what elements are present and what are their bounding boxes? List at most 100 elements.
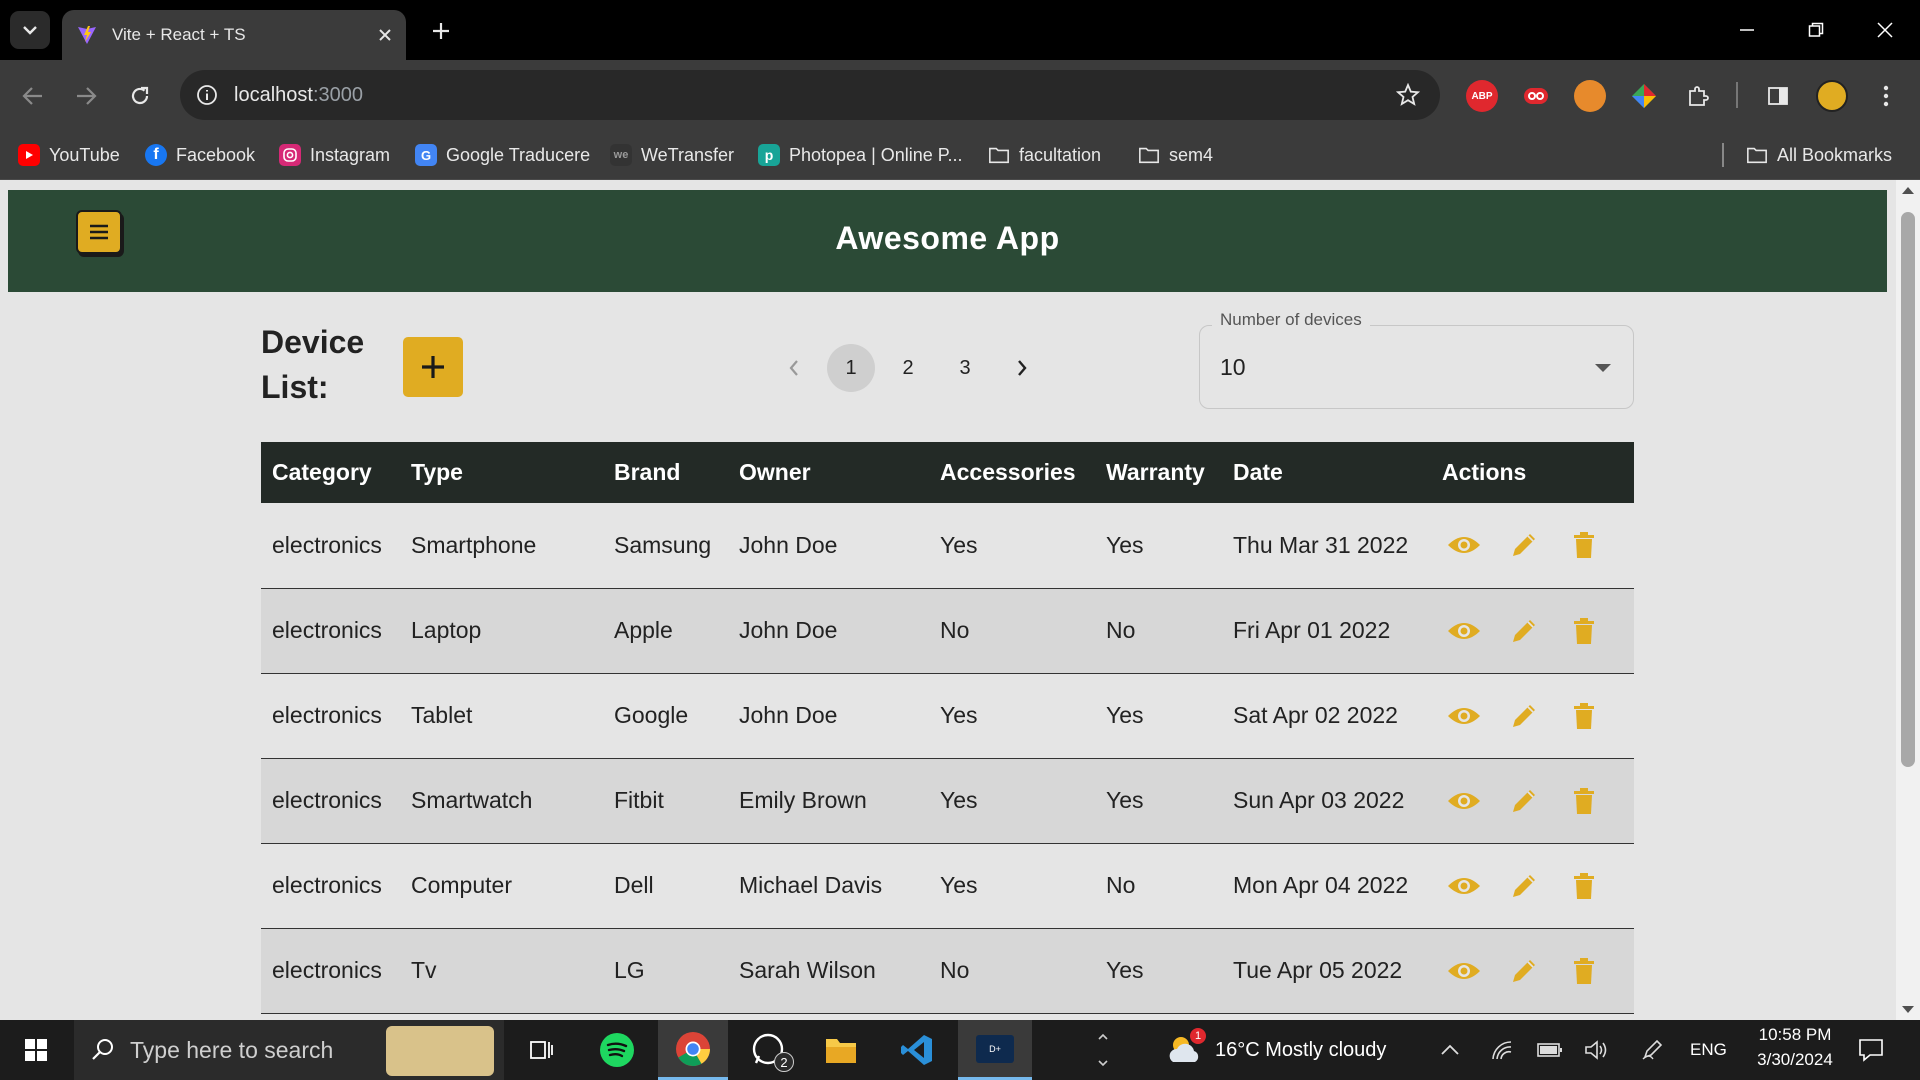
delete-button[interactable] — [1562, 779, 1606, 823]
vite-icon — [78, 26, 96, 44]
disney-plus-icon: D+ — [976, 1034, 1014, 1063]
start-button[interactable] — [0, 1020, 72, 1080]
vscode-app[interactable] — [882, 1020, 952, 1080]
previous-page-button[interactable] — [770, 344, 818, 392]
delete-button[interactable] — [1562, 949, 1606, 993]
edit-button[interactable] — [1502, 864, 1546, 908]
view-button[interactable] — [1442, 523, 1486, 567]
tab-title: Vite + React + TS — [112, 25, 246, 44]
side-panel-button[interactable] — [1762, 80, 1794, 112]
forward-button[interactable] — [67, 77, 105, 115]
disney-plus-app[interactable]: D+ — [958, 1020, 1032, 1080]
view-button[interactable] — [1442, 779, 1486, 823]
view-button[interactable] — [1442, 694, 1486, 738]
adblock-extension-icon[interactable]: ABP — [1466, 80, 1498, 112]
table-cell: Smartwatch — [400, 758, 603, 844]
bookmark-wetransfer[interactable]: we WeTransfer — [610, 142, 734, 168]
minimize-button[interactable] — [1724, 12, 1770, 48]
edit-button[interactable] — [1502, 523, 1546, 567]
scroll-up-icon[interactable] — [1902, 187, 1914, 194]
bookmark-instagram[interactable]: Instagram — [279, 142, 390, 168]
show-hidden-icons[interactable] — [1430, 1020, 1470, 1080]
file-explorer-app[interactable] — [806, 1020, 876, 1080]
plus-icon — [433, 23, 449, 39]
delete-button[interactable] — [1562, 523, 1606, 567]
edit-button[interactable] — [1502, 779, 1546, 823]
page-scrollbar[interactable] — [1896, 180, 1920, 1020]
url-host: localhost — [234, 83, 313, 106]
taskbar-search[interactable]: Type here to search — [74, 1020, 504, 1080]
new-tab-button[interactable] — [426, 16, 456, 46]
scroll-down-icon[interactable] — [1902, 1006, 1914, 1013]
bookmark-folder-sem4[interactable]: sem4 — [1138, 142, 1213, 168]
scrollbar-thumb[interactable] — [1901, 212, 1915, 767]
restore-button[interactable] — [1793, 12, 1839, 48]
edit-button[interactable] — [1502, 609, 1546, 653]
edit-button[interactable] — [1502, 694, 1546, 738]
taskbar-overflow[interactable] — [1088, 1020, 1118, 1080]
weather-text[interactable]: 16°C Mostly cloudy — [1215, 1039, 1386, 1062]
extensions-button[interactable] — [1682, 80, 1714, 112]
cookie-extension-icon[interactable] — [1574, 80, 1606, 112]
delete-button[interactable] — [1562, 609, 1606, 653]
bookmark-star-icon[interactable] — [1396, 83, 1420, 107]
notification-badge: 2 — [774, 1052, 794, 1072]
edit-icon — [1513, 874, 1535, 897]
reload-button[interactable] — [121, 77, 159, 115]
browser-menu-button[interactable] — [1870, 80, 1902, 112]
site-info-icon[interactable] — [196, 84, 218, 106]
task-view-button[interactable] — [506, 1020, 576, 1080]
table-cell: Laptop — [400, 588, 603, 674]
chrome-app[interactable] — [658, 1020, 728, 1080]
view-icon — [1448, 622, 1480, 639]
delete-button[interactable] — [1562, 694, 1606, 738]
table-cell: Thu Mar 31 2022 — [1222, 503, 1431, 589]
bookmark-google-traducere[interactable]: G Google Traducere — [415, 142, 590, 168]
page-button-1[interactable]: 1 — [827, 344, 875, 392]
close-window-button[interactable] — [1862, 12, 1908, 48]
next-page-button[interactable] — [998, 344, 1046, 392]
extension-icon[interactable] — [1520, 80, 1552, 112]
browser-tab[interactable]: Vite + React + TS — [62, 10, 406, 60]
battery-status[interactable] — [1530, 1020, 1570, 1080]
bookmark-facebook[interactable]: f Facebook — [145, 142, 255, 168]
whatsapp-app[interactable]: 2 — [734, 1020, 804, 1080]
edit-icon — [1513, 959, 1535, 982]
vscode-icon — [901, 1035, 932, 1065]
delete-button[interactable] — [1562, 864, 1606, 908]
page-button-2[interactable]: 2 — [884, 344, 932, 392]
volume-control[interactable] — [1576, 1020, 1616, 1080]
url-port: :3000 — [312, 83, 363, 106]
network-status[interactable] — [1482, 1020, 1522, 1080]
page-button-3[interactable]: 3 — [941, 344, 989, 392]
battery-icon — [1537, 1043, 1562, 1057]
column-header: Warranty — [1095, 442, 1222, 503]
back-button[interactable] — [14, 77, 52, 115]
spotify-app[interactable] — [582, 1020, 652, 1080]
pen-menu[interactable] — [1632, 1020, 1672, 1080]
bookmarks-bar: YouTube f Facebook Instagram G Google Tr… — [0, 130, 1920, 180]
view-button[interactable] — [1442, 864, 1486, 908]
close-tab-icon[interactable] — [378, 28, 392, 42]
tab-search-button[interactable] — [10, 11, 50, 49]
clock[interactable]: 10:58 PM 3/30/2024 — [1740, 1025, 1850, 1070]
table-cell: Tue Apr 05 2022 — [1222, 928, 1431, 1014]
table-cell: Computer — [400, 843, 603, 929]
weather-widget-icon[interactable]: 1 — [1160, 1020, 1210, 1080]
language-indicator[interactable]: ENG — [1690, 1040, 1727, 1060]
edit-button[interactable] — [1502, 949, 1546, 993]
notification-center-button[interactable] — [1846, 1020, 1896, 1080]
add-device-button[interactable] — [403, 337, 463, 397]
edit-icon — [1513, 534, 1535, 557]
view-button[interactable] — [1442, 609, 1486, 653]
bookmark-photopea[interactable]: p Photopea | Online P... — [758, 142, 962, 168]
profile-avatar[interactable] — [1816, 80, 1848, 112]
view-button[interactable] — [1442, 949, 1486, 993]
color-extension-icon[interactable] — [1628, 80, 1660, 112]
table-cell: Mon Apr 04 2022 — [1222, 843, 1431, 929]
devices-per-page-select[interactable]: Number of devices 10 — [1199, 310, 1634, 409]
all-bookmarks-button[interactable]: All Bookmarks — [1746, 142, 1892, 168]
bookmark-youtube[interactable]: YouTube — [18, 142, 120, 168]
bookmark-folder-facultation[interactable]: facultation — [988, 142, 1101, 168]
address-bar[interactable]: localhost:3000 — [180, 70, 1440, 120]
